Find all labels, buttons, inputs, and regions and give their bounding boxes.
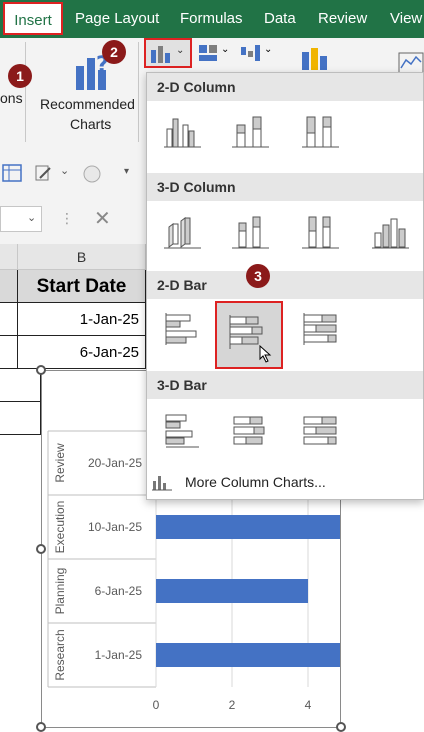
y-tick-label: 20-Jan-25 xyxy=(88,456,142,470)
formula-bar-grip-icon[interactable]: ⋮ xyxy=(60,210,74,227)
y-tick-label: 6-Jan-25 xyxy=(95,584,143,598)
category-label: Research xyxy=(53,629,67,680)
insert-column-chart-button[interactable]: ⌄ xyxy=(144,38,192,68)
recommended-charts-label-1: Recommended xyxy=(40,96,135,112)
100-stacked-bar-icon xyxy=(303,313,337,345)
cell[interactable] xyxy=(0,336,18,369)
step-badge-2: 2 xyxy=(102,40,126,64)
hierarchy-chart-icon xyxy=(199,45,217,61)
insert-hierarchy-chart-button[interactable]: ⌄ xyxy=(196,40,236,68)
chevron-down-icon: ⌄ xyxy=(176,45,185,56)
more-column-charts-link[interactable]: More Column Charts... xyxy=(147,469,423,497)
3d-clustered-column-option[interactable] xyxy=(155,207,211,255)
step-badge-3: 3 xyxy=(246,264,270,288)
3d-100-stacked-column-icon xyxy=(302,216,339,249)
mouse-cursor-icon xyxy=(259,345,272,363)
chevron-down-icon[interactable]: ⌄ xyxy=(60,164,69,177)
recommended-charts-button[interactable]: ? Recommended Charts xyxy=(36,44,144,144)
more-column-charts-label: More Column Charts... xyxy=(185,474,326,490)
sparkline-icon[interactable] xyxy=(398,52,424,74)
circle-icon[interactable] xyxy=(82,164,102,184)
recommended-charts-label-2: Charts xyxy=(70,116,112,132)
column-chart-icon xyxy=(151,46,170,63)
stacked-column-icon xyxy=(232,116,269,148)
3d-column-icon xyxy=(372,218,409,249)
column-header-a[interactable] xyxy=(0,244,18,270)
ribbon-tab-bar: Insert Page Layout Formulas Data Review … xyxy=(0,0,424,38)
resize-handle[interactable] xyxy=(336,722,346,732)
chevron-down-icon: ⌄ xyxy=(264,44,273,55)
3d-100-stacked-column-option[interactable] xyxy=(293,207,349,255)
100-stacked-bar-option[interactable] xyxy=(293,305,349,353)
section-2d-bar: 2-D Bar xyxy=(147,271,423,299)
y-tick-label: 1-Jan-25 xyxy=(95,648,143,662)
clustered-column-option[interactable] xyxy=(155,107,211,155)
stacked-column-option[interactable] xyxy=(223,107,279,155)
overflow-icon[interactable]: ▾ xyxy=(124,166,129,177)
3d-stacked-bar-option[interactable] xyxy=(223,405,279,453)
y-tick-label: 10-Jan-25 xyxy=(88,520,142,534)
section-3d-bar: 3-D Bar xyxy=(147,371,423,399)
column-chart-gallery: 2-D Column 3-D Column 2-D Bar 3-D Bar Mo… xyxy=(146,72,424,500)
chart-bar xyxy=(156,515,340,539)
table-row[interactable]: 6-Jan-25 xyxy=(18,336,146,369)
3d-stacked-column-icon xyxy=(232,216,269,249)
category-label: Planning xyxy=(53,568,67,615)
step-badge-1: 1 xyxy=(8,64,32,88)
category-label: Execution xyxy=(53,501,67,554)
clustered-bar-option[interactable] xyxy=(155,305,211,353)
chevron-down-icon: ⌄ xyxy=(221,44,230,55)
resize-handle[interactable] xyxy=(36,544,46,554)
clustered-bar-icon xyxy=(165,313,197,345)
ribbon-separator xyxy=(138,42,139,142)
3d-stacked-column-option[interactable] xyxy=(223,207,279,255)
chart-bar xyxy=(156,643,340,667)
tab-page-layout[interactable]: Page Layout xyxy=(75,0,159,38)
x-tick-label: 2 xyxy=(229,698,236,712)
100-stacked-column-icon xyxy=(302,116,339,148)
resize-handle[interactable] xyxy=(36,722,46,732)
stacked-bar-option-selected[interactable] xyxy=(215,301,283,369)
tab-formulas[interactable]: Formulas xyxy=(180,0,243,38)
partial-ribbon-label: ons xyxy=(0,90,23,106)
resize-handle[interactable] xyxy=(36,365,46,375)
insert-waterfall-chart-button[interactable]: ⌄ xyxy=(238,40,282,68)
pivot-chart-icon[interactable] xyxy=(300,46,330,72)
3d-stacked-bar-icon xyxy=(233,416,265,445)
table-icon[interactable] xyxy=(2,164,22,182)
3d-column-option[interactable] xyxy=(363,207,419,255)
cell[interactable] xyxy=(0,369,41,402)
3d-100-stacked-bar-option[interactable] xyxy=(293,405,349,453)
3d-clustered-bar-option[interactable] xyxy=(155,405,211,453)
ribbon-separator xyxy=(25,42,26,142)
edit-icon[interactable] xyxy=(34,164,52,182)
cell[interactable] xyxy=(0,402,41,435)
more-charts-icon xyxy=(152,476,172,491)
tab-data[interactable]: Data xyxy=(264,0,296,38)
start-date-header[interactable]: Start Date xyxy=(18,270,146,303)
section-2d-column: 2-D Column xyxy=(147,73,423,101)
cell[interactable] xyxy=(0,303,18,336)
clustered-column-icon xyxy=(164,118,201,148)
100-stacked-column-option[interactable] xyxy=(293,107,349,155)
chart-bar xyxy=(156,579,308,603)
tab-insert[interactable]: Insert xyxy=(3,2,63,35)
x-tick-label: 4 xyxy=(305,698,312,712)
3d-clustered-column-icon xyxy=(164,217,201,249)
category-label: Review xyxy=(53,443,67,483)
waterfall-chart-icon xyxy=(241,45,260,61)
3d-clustered-bar-icon xyxy=(165,414,199,448)
column-header-b[interactable]: B xyxy=(18,244,146,270)
chevron-down-icon: ⌄ xyxy=(27,212,37,224)
cancel-icon[interactable]: ✕ xyxy=(94,206,111,231)
tab-view[interactable]: View xyxy=(390,0,422,38)
table-row[interactable]: 1-Jan-25 xyxy=(18,303,146,336)
x-tick-label: 0 xyxy=(153,698,160,712)
tab-review[interactable]: Review xyxy=(318,0,367,38)
name-box[interactable]: ⌄ xyxy=(0,206,42,232)
3d-100-stacked-bar-icon xyxy=(303,416,337,445)
section-3d-column: 3-D Column xyxy=(147,173,423,201)
cell[interactable] xyxy=(0,270,18,303)
